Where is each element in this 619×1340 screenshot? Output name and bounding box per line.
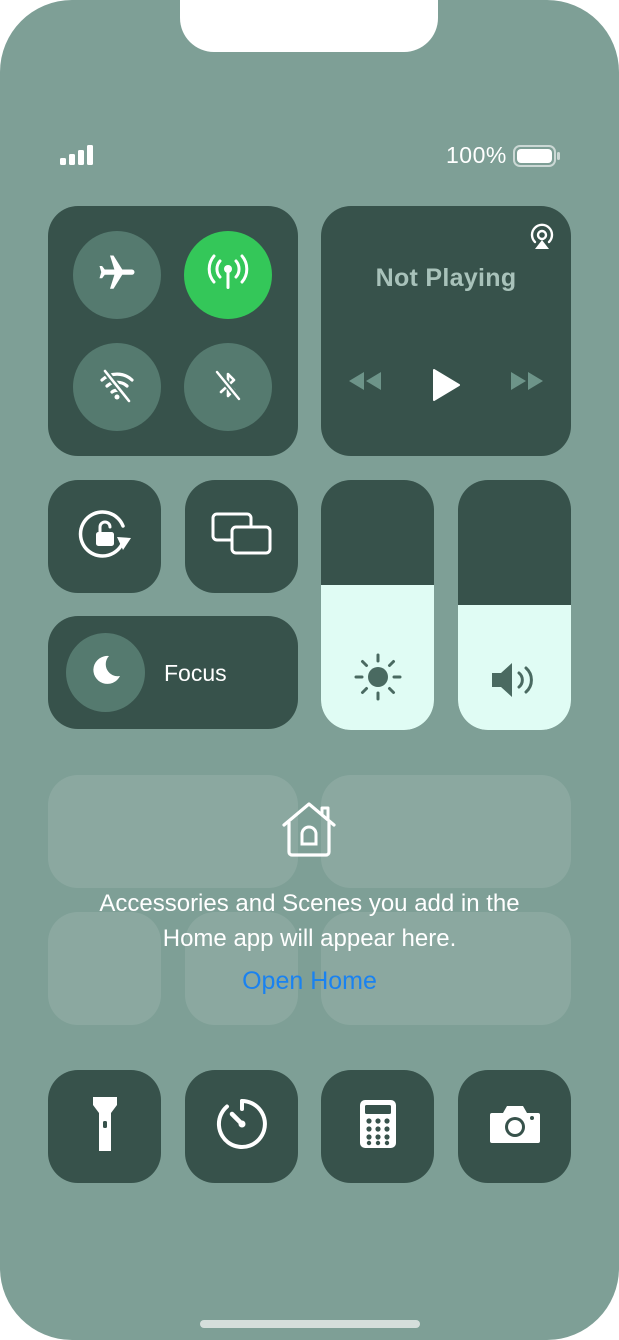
screen-mirroring-button[interactable] [185,480,298,593]
home-placeholder-tile [321,775,571,888]
timer-icon [215,1097,269,1156]
orientation-lock-button[interactable] [48,480,161,593]
speaker-icon [458,658,571,702]
airplay-button[interactable] [527,222,557,257]
flashlight-button[interactable] [48,1070,161,1183]
sun-icon [321,652,434,702]
open-home-link[interactable]: Open Home [0,967,619,996]
camera-icon [488,1103,542,1150]
focus-button[interactable]: Focus [48,616,298,729]
focus-label: Focus [164,660,227,686]
focus-circle [66,633,145,712]
connectivity-panel [48,206,298,456]
home-empty-message: Accessories and Scenes you add in the Ho… [40,886,579,956]
calculator-icon [358,1098,398,1155]
cellular-signal-icon [60,145,94,170]
moon-icon [88,652,124,693]
home-indicator[interactable] [200,1320,420,1328]
screen-mirroring-icon [210,511,274,562]
brightness-slider[interactable] [321,480,434,730]
play-button[interactable] [431,368,461,407]
calculator-button[interactable] [321,1070,434,1183]
home-placeholder-tile [48,775,298,888]
airplane-mode-toggle[interactable] [73,231,161,319]
rewind-icon [347,370,383,397]
rotation-lock-icon [75,504,135,569]
volume-slider[interactable] [458,480,571,730]
wifi-toggle[interactable] [73,343,161,431]
fast-forward-button[interactable] [509,370,545,397]
now-playing-title: Not Playing [375,264,517,292]
home-message-line: Accessories and Scenes you add in the [99,890,520,917]
home-icon [278,800,340,863]
battery-icon [513,145,561,172]
battery-percentage: 100% [446,142,507,168]
airplay-icon [527,222,557,257]
wifi-off-icon [97,365,137,410]
control-center: 100% Not Playing Focus Accessories and S… [0,0,619,1340]
play-icon [431,368,461,407]
now-playing-panel: Not Playing [321,206,571,456]
flashlight-icon [90,1094,120,1159]
timer-button[interactable] [185,1070,298,1183]
bluetooth-off-icon [208,365,248,410]
camera-button[interactable] [458,1070,571,1183]
device-notch [180,0,438,52]
bluetooth-toggle[interactable] [184,343,272,431]
home-message-line: Home app will appear here. [162,925,457,952]
rewind-button[interactable] [347,370,383,397]
cellular-data-toggle[interactable] [184,231,272,319]
airplane-icon [96,252,138,299]
fast-forward-icon [509,370,545,397]
antenna-icon [205,250,251,301]
